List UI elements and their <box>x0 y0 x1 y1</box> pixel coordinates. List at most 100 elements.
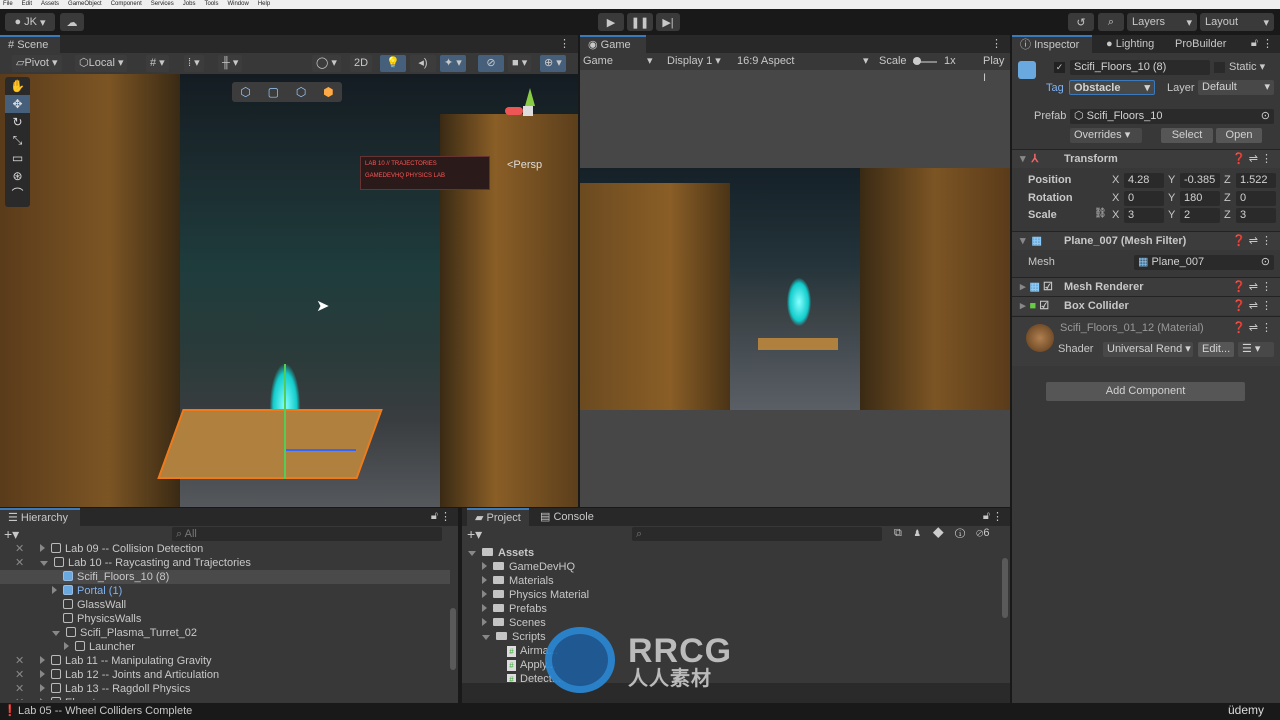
expanded-arrow-icon[interactable] <box>468 551 476 556</box>
axis-label[interactable]: Y <box>1168 173 1175 188</box>
expanded-arrow-icon[interactable] <box>482 635 490 640</box>
local-toggle[interactable]: ⬡Local ▾ <box>75 55 128 72</box>
axis-label[interactable]: Y <box>1168 208 1175 223</box>
scene-visibility-icon[interactable]: ✕ <box>15 542 24 556</box>
status-message[interactable]: Lab 05 -- Wheel Colliders Complete <box>18 705 192 717</box>
game-view[interactable] <box>580 168 1010 410</box>
tab-project[interactable]: ▰ Project <box>467 508 529 526</box>
shader-dropdown[interactable]: Universal Rend ▾ <box>1103 342 1193 357</box>
project-item[interactable]: Materials <box>462 574 1002 588</box>
project-item[interactable]: GameDevHQ <box>462 560 1002 574</box>
play-button[interactable]: ▶ <box>598 13 624 31</box>
collapsed-arrow-icon[interactable] <box>40 684 45 692</box>
custom-tool-icon[interactable]: ⌒ <box>5 185 30 203</box>
menu-component[interactable]: Component <box>111 0 142 9</box>
scene-visibility-icon[interactable]: ✕ <box>15 682 24 696</box>
hierarchy-item[interactable]: ✕ Lab 10 -- Raycasting and Trajectories <box>0 556 450 570</box>
open-button[interactable]: Open <box>1216 128 1262 143</box>
collapsed-arrow-icon[interactable] <box>40 698 45 700</box>
active-checkbox[interactable]: ✓ <box>1054 62 1065 73</box>
effects-toggle[interactable]: ✦ ▾ <box>440 55 466 72</box>
scene-visibility-icon[interactable]: ✕ <box>15 668 24 682</box>
transform-header[interactable]: ▾ ⅄ Transform ❓ ⇌ ⋮ <box>1012 149 1280 168</box>
position-x-input[interactable]: 4.28 <box>1124 173 1164 188</box>
mesh-filter-header[interactable]: ▾ ▦ Plane_007 (Mesh Filter) ❓ ⇌ ⋮ <box>1012 231 1280 250</box>
aspect-dropdown[interactable]: 16:9 Aspect ▾ <box>737 53 872 70</box>
history-button[interactable]: ↺ <box>1068 13 1094 31</box>
play-focus-dropdown[interactable]: Play I <box>983 53 1010 87</box>
hierarchy-item[interactable]: Launcher <box>0 640 450 654</box>
create-asset-button[interactable]: +▾ <box>467 526 482 543</box>
perspective-label[interactable]: <Persp <box>507 159 542 171</box>
menu-services[interactable]: Services <box>151 0 174 9</box>
scale-y-input[interactable]: 2 <box>1180 208 1220 223</box>
expanded-arrow-icon[interactable] <box>40 561 48 566</box>
search-button[interactable]: ⌕ <box>1098 13 1124 31</box>
rotation-y-input[interactable]: 180 <box>1180 191 1220 206</box>
mesh-renderer-header[interactable]: ▸ ▦ ☑ Mesh Renderer ❓ ⇌ ⋮ <box>1012 277 1280 296</box>
create-button[interactable]: +▾ <box>4 526 19 543</box>
display-dropdown[interactable]: Display 1 ▾ <box>667 53 721 70</box>
layout-dropdown[interactable]: Layout ▾ <box>1200 13 1274 31</box>
collapsed-arrow-icon[interactable] <box>52 586 57 594</box>
hierarchy-item[interactable]: ✕ Lab 09 -- Collision Detection <box>0 542 450 556</box>
tab-lighting[interactable]: ● Lighting <box>1098 35 1162 53</box>
project-item[interactable]: Scenes <box>462 616 1002 630</box>
lock-icon[interactable]: 🔓︎ <box>1251 37 1258 50</box>
game-mode-dropdown[interactable]: Game ▾ <box>583 53 653 70</box>
box-collider-header[interactable]: ▸ ■ ☑ Box Collider ❓ ⇌ ⋮ <box>1012 296 1280 315</box>
axis-label[interactable]: Z <box>1224 208 1231 223</box>
tag-dropdown[interactable]: Obstacle ▾ <box>1069 80 1155 95</box>
scale-slider-handle[interactable] <box>913 57 921 65</box>
hierarchy-scrollbar[interactable] <box>450 608 456 670</box>
rotation-x-input[interactable]: 0 <box>1124 191 1164 206</box>
hierarchy-item[interactable]: ✕ Lab 11 -- Manipulating Gravity <box>0 654 450 668</box>
tab-hierarchy[interactable]: ☰ Hierarchy <box>0 508 80 526</box>
collapsed-arrow-icon[interactable] <box>482 604 487 612</box>
move-tool-icon[interactable]: ✥ <box>5 95 30 113</box>
hierarchy-item[interactable]: ✕ Lab 12 -- Joints and Articulation <box>0 668 450 682</box>
static-dropdown[interactable]: Static ▾ <box>1229 60 1265 75</box>
hierarchy-item[interactable]: ✕ Elevator <box>0 696 450 700</box>
menu-window[interactable]: Window <box>227 0 248 9</box>
collapsed-arrow-icon[interactable] <box>40 656 45 664</box>
constrain-proportions-icon[interactable]: ⛓ <box>1094 208 1107 219</box>
select-button[interactable]: Select <box>1161 128 1213 143</box>
rotate-tool-icon[interactable]: ↻ <box>5 113 30 131</box>
project-item[interactable]: Prefabs <box>462 602 1002 616</box>
collapsed-arrow-icon[interactable] <box>40 670 45 678</box>
project-item[interactable]: Physics Material <box>462 588 1002 602</box>
2d-toggle[interactable]: 2D <box>350 55 373 72</box>
collapsed-arrow-icon[interactable] <box>64 642 69 650</box>
project-scrollbar[interactable] <box>1002 558 1008 618</box>
rect-tool-icon[interactable]: ▭ <box>5 149 30 167</box>
tab-inspector[interactable]: ⓘ Inspector <box>1012 35 1092 53</box>
menu-help[interactable]: Help <box>258 0 270 9</box>
scale-z-input[interactable]: 3 <box>1236 208 1276 223</box>
tab-scene[interactable]: # Scene <box>0 35 60 53</box>
tab-console[interactable]: ▤ Console <box>532 508 602 526</box>
cloud-button[interactable]: ☁ <box>60 13 84 31</box>
hand-tool-icon[interactable]: ✋ <box>5 77 30 95</box>
shader-options-dropdown[interactable]: ☰ ▾ <box>1238 342 1274 357</box>
increment-snap-button[interactable]: ⁞ ▾ <box>184 55 204 72</box>
collapsed-arrow-icon[interactable] <box>482 576 487 584</box>
prefab-field[interactable]: ⬡ Scifi_Floors_10 ⊙ <box>1070 109 1274 124</box>
position-z-input[interactable]: 1.522 <box>1236 173 1276 188</box>
menu-assets[interactable]: Assets <box>41 0 59 9</box>
layers-dropdown[interactable]: Layers ▾ <box>1127 13 1197 31</box>
gizmos-button[interactable]: ⊕ ▾ <box>540 55 566 72</box>
rotation-z-input[interactable]: 0 <box>1236 191 1276 206</box>
collapsed-arrow-icon[interactable] <box>482 618 487 626</box>
static-checkbox[interactable] <box>1214 62 1225 73</box>
hierarchy-item[interactable]: Scifi_Floors_10 (8) <box>0 570 450 584</box>
probuilder-select-modes[interactable]: ⬡ ▢ ⬡ ⬢ <box>232 82 342 102</box>
hierarchy-item[interactable]: ✕ Lab 13 -- Ragdoll Physics <box>0 682 450 696</box>
axis-label[interactable]: X <box>1112 173 1119 188</box>
menu-jobs[interactable]: Jobs <box>183 0 196 9</box>
collapsed-arrow-icon[interactable] <box>482 562 487 570</box>
scale-x-input[interactable]: 3 <box>1124 208 1164 223</box>
scene-visibility-icon[interactable]: ✕ <box>15 654 24 668</box>
project-filter-icons[interactable]: ⧉ ♟ ◆ ⓘ ⊘6 <box>894 527 989 540</box>
scene-visibility-icon[interactable]: ✕ <box>15 696 24 700</box>
